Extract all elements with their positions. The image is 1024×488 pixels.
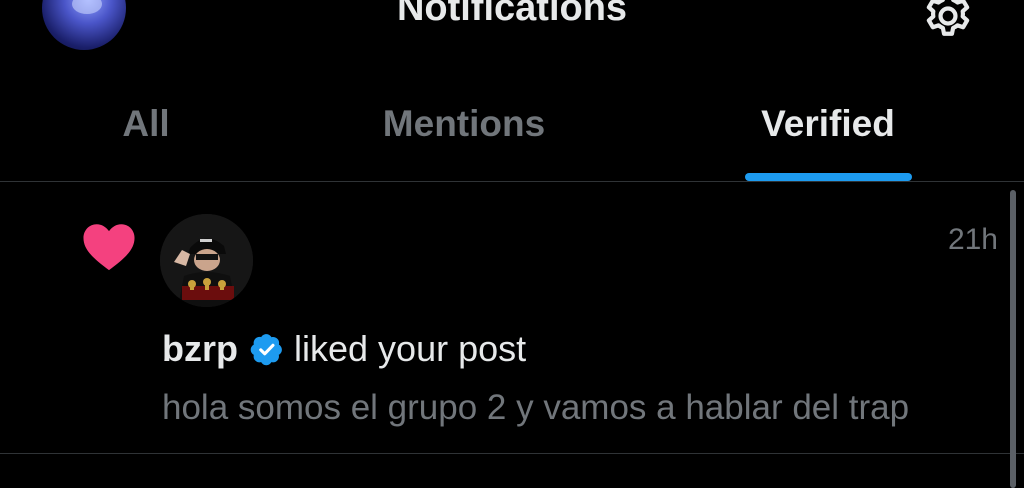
- notification-divider: [0, 453, 1024, 454]
- post-preview-text: hola somos el grupo 2 y vamos a hablar d…: [162, 388, 910, 427]
- page-title: Notifications: [396, 0, 628, 29]
- active-tab-indicator: [745, 173, 912, 181]
- gear-icon: [926, 0, 970, 36]
- user-avatar[interactable]: [160, 214, 253, 307]
- heart-icon: [83, 224, 135, 271]
- notification-timestamp: 21h: [947, 223, 998, 256]
- tab-verified[interactable]: Verified: [720, 98, 936, 150]
- tab-all[interactable]: All: [66, 98, 226, 150]
- notification-summary: bzrp liked your post: [162, 327, 526, 371]
- tab-mentions[interactable]: Mentions: [330, 98, 598, 150]
- verified-badge-icon: [250, 334, 282, 366]
- scrollbar[interactable]: [1010, 190, 1016, 488]
- tabs-divider: [0, 181, 1024, 182]
- notifications-screen: Notifications All Mentions Verified 21h …: [0, 0, 1024, 488]
- avatar-image: [160, 214, 253, 307]
- settings-button[interactable]: [918, 0, 978, 46]
- notification-action: liked your post: [294, 328, 527, 369]
- username-link[interactable]: bzrp: [162, 327, 238, 371]
